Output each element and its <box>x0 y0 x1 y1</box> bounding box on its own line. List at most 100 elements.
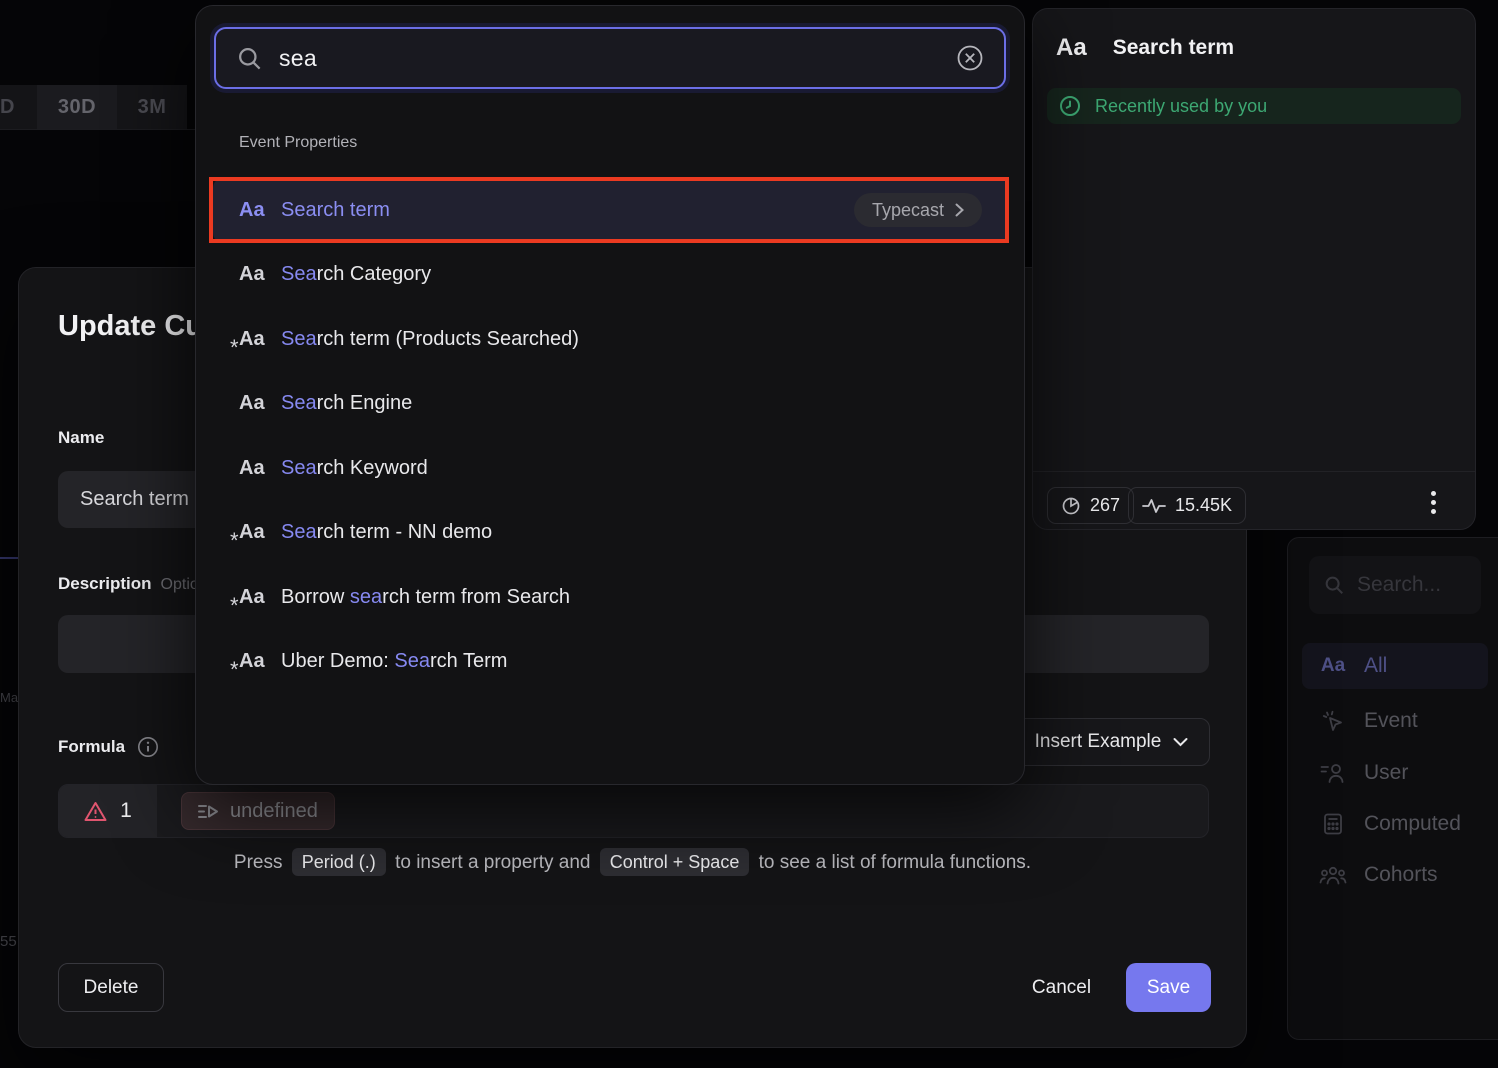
sidebar-item-all[interactable]: Aa All <box>1302 643 1488 689</box>
property-result-label: Uber Demo: Search Term <box>281 650 507 673</box>
chart-line-fragment <box>0 557 18 559</box>
recently-used-label: Recently used by you <box>1095 96 1267 117</box>
divider <box>1033 471 1475 472</box>
property-results-list: Aa Search term Typecast Aa Search Catego… <box>213 178 1009 694</box>
search-icon <box>1323 573 1345 597</box>
computed-icon <box>1319 812 1347 836</box>
sidebar-item-computed[interactable]: Computed <box>1302 801 1488 847</box>
typecast-badge[interactable]: Typecast <box>854 193 982 227</box>
info-icon[interactable] <box>137 736 159 758</box>
property-search-field[interactable] <box>214 27 1006 89</box>
property-result-row[interactable]: Aa Search Category <box>213 243 1009 308</box>
divider <box>0 129 196 130</box>
sidebar-item-label: Cohorts <box>1364 863 1438 887</box>
chevron-down-icon <box>1173 737 1188 747</box>
pie-chart-icon <box>1061 496 1081 516</box>
property-result-row[interactable]: Aa Search Keyword <box>213 436 1009 501</box>
property-result-row[interactable]: Aa Uber Demo: Search Term <box>213 630 1009 695</box>
insert-example-button[interactable]: Insert Example <box>1013 718 1210 766</box>
undefined-token-pill[interactable]: undefined <box>181 792 335 830</box>
property-search-input[interactable] <box>279 45 940 72</box>
recently-used-banner: Recently used by you <box>1047 88 1461 124</box>
time-range-selector[interactable]: D30D3M <box>0 85 187 130</box>
string-type-icon: Aa <box>239 457 281 480</box>
name-label: Name <box>58 428 104 448</box>
section-header: Event Properties <box>239 134 357 152</box>
aa-icon: Aa <box>1319 655 1347 677</box>
formula-error-gutter: 1 <box>59 785 157 837</box>
formula-hint: Press Period (.) to insert a property an… <box>19 852 1246 874</box>
activity-icon <box>1142 498 1166 514</box>
property-result-label: Search term - NN demo <box>281 521 492 544</box>
property-result-label: Search Category <box>281 263 431 286</box>
hint-text: Press <box>234 852 283 873</box>
time-range-segment[interactable]: D <box>0 85 37 130</box>
cancel-button[interactable]: Cancel <box>1004 963 1119 1012</box>
user-icon <box>1319 761 1347 785</box>
sidebar-item-label: User <box>1364 761 1408 785</box>
sidebar-item-label: Event <box>1364 709 1418 733</box>
sidebar-item-event[interactable]: Event <box>1302 698 1488 744</box>
description-label: Description <box>58 574 152 594</box>
string-type-icon: Aa <box>1056 34 1087 62</box>
undefined-token-label: undefined <box>230 800 318 823</box>
string-type-icon: Aa <box>239 521 281 544</box>
y-axis-tick: 55 <box>0 933 17 950</box>
more-options-kebab-icon[interactable] <box>1431 491 1436 514</box>
property-result-row[interactable]: Aa Search term Typecast <box>213 178 1009 243</box>
string-type-icon: Aa <box>239 328 281 351</box>
property-result-row[interactable]: Aa Search term - NN demo <box>213 501 1009 566</box>
property-result-row[interactable]: Aa Search Engine <box>213 372 1009 437</box>
property-result-label: Search term (Products Searched) <box>281 328 579 351</box>
detail-card-title: Search term <box>1113 36 1234 60</box>
property-result-label: Borrow search term from Search <box>281 586 570 609</box>
sidebar-item-label: All <box>1364 654 1387 678</box>
clear-search-icon[interactable] <box>956 44 984 72</box>
string-type-icon: Aa <box>239 650 281 673</box>
warning-icon <box>84 801 107 822</box>
sidebar-item-user[interactable]: User <box>1302 750 1488 796</box>
stat-pill[interactable]: 15.45K <box>1128 487 1246 524</box>
sidebar-search-input[interactable] <box>1357 573 1467 597</box>
property-detail-card: Aa Search term Recently used by you 267 … <box>1032 8 1476 530</box>
property-result-label: Search Engine <box>281 392 412 415</box>
sidebar-search-field[interactable] <box>1309 556 1481 614</box>
property-filter-sidebar: Aa All Event User Computed Cohorts <box>1287 537 1498 1040</box>
string-type-icon: Aa <box>239 392 281 415</box>
property-result-label: Search Keyword <box>281 457 428 480</box>
name-value: Search term <box>80 488 189 511</box>
property-result-label: Search term <box>281 199 390 222</box>
property-result-row[interactable]: Aa Search term (Products Searched) <box>213 307 1009 372</box>
kbd-period: Period (.) <box>292 848 386 876</box>
property-search-dropdown: Event Properties Aa Search term Typecast… <box>195 5 1025 785</box>
formula-content[interactable]: undefined <box>157 785 335 837</box>
hint-text: to see a list of formula functions. <box>759 852 1031 873</box>
formula-label: Formula <box>58 737 125 757</box>
event-cursor-icon <box>1319 709 1347 733</box>
string-type-icon: Aa <box>239 199 281 222</box>
hint-text: to insert a property and <box>395 852 590 873</box>
sidebar-item-cohorts[interactable]: Cohorts <box>1302 852 1488 898</box>
cohorts-icon <box>1319 864 1347 886</box>
string-type-icon: Aa <box>239 586 281 609</box>
time-range-segment[interactable]: 30D <box>37 85 117 130</box>
formula-editor[interactable]: 1 undefined <box>58 784 1209 838</box>
error-line-number: 1 <box>120 799 132 823</box>
search-icon <box>236 45 263 72</box>
sidebar-item-label: Computed <box>1364 812 1461 836</box>
formula-label-row: Formula <box>58 736 159 758</box>
delete-button[interactable]: Delete <box>58 963 164 1012</box>
stat-value: 267 <box>1090 495 1120 516</box>
stat-value: 15.45K <box>1175 495 1232 516</box>
event-property-icon <box>198 803 219 820</box>
stat-pill[interactable]: 267 <box>1047 487 1134 524</box>
detail-card-header: Aa Search term <box>1056 34 1234 62</box>
string-type-icon: Aa <box>239 263 281 286</box>
property-result-row[interactable]: Aa Borrow search term from Search <box>213 565 1009 630</box>
time-range-segment[interactable]: 3M <box>117 85 187 130</box>
insert-example-label: Insert Example <box>1035 731 1162 753</box>
chevron-right-icon <box>955 203 964 217</box>
kbd-control-space: Control + Space <box>600 848 750 876</box>
save-button[interactable]: Save <box>1126 963 1211 1012</box>
clock-icon <box>1059 95 1081 117</box>
